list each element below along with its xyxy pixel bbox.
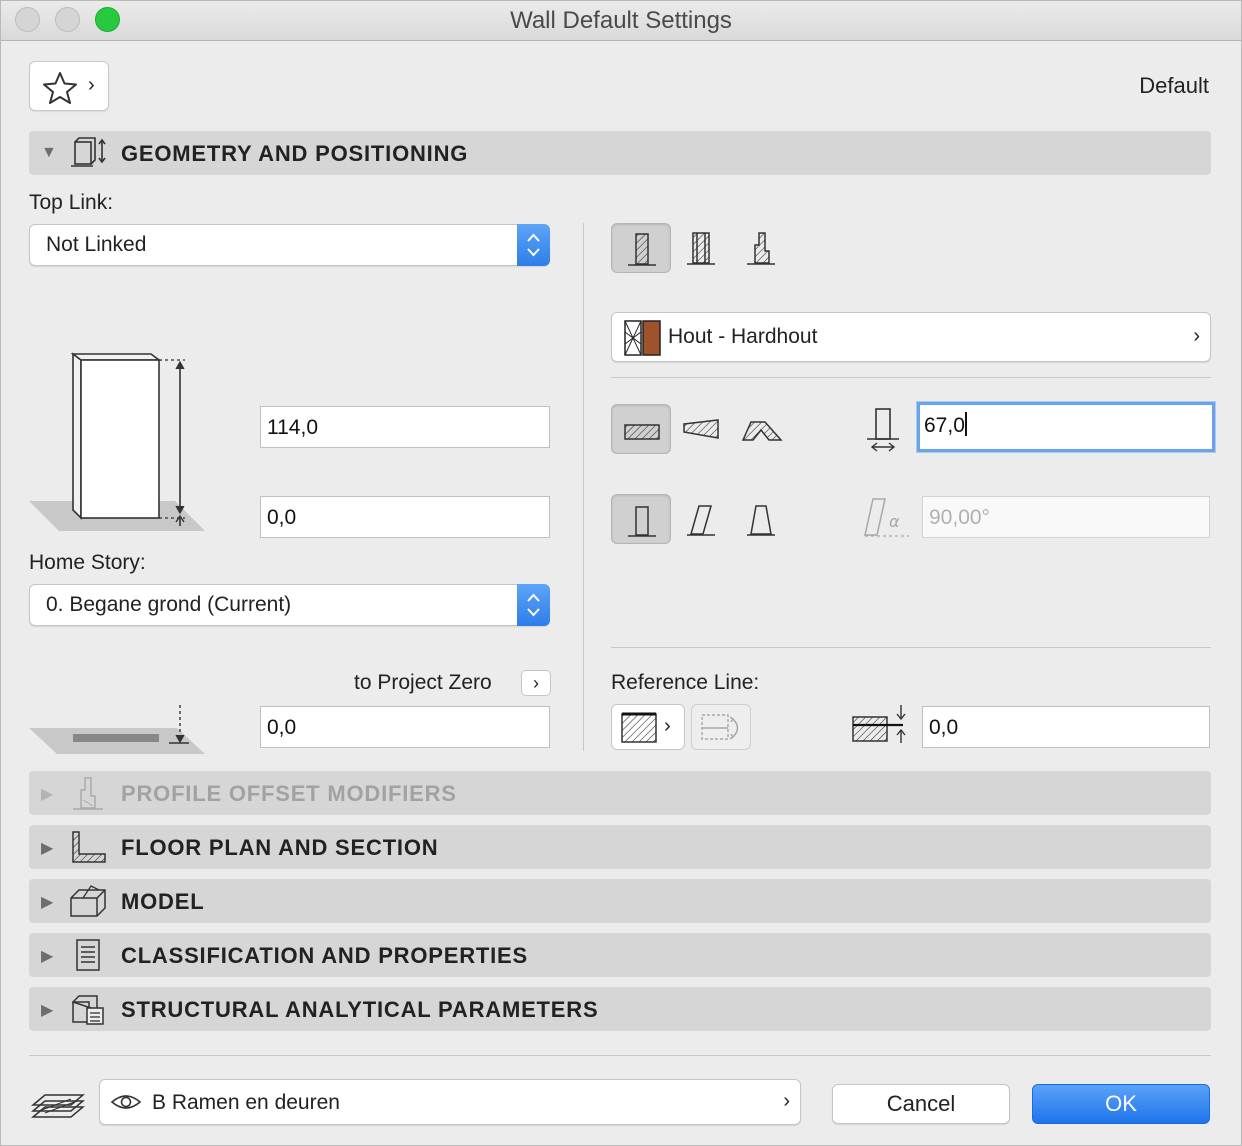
chevron-right-icon: › — [533, 673, 539, 693]
polygon-wall-plan-icon — [741, 421, 783, 441]
section-label: CLASSIFICATION AND PROPERTIES — [121, 943, 528, 968]
wall-slant-inclined-option[interactable] — [671, 494, 731, 544]
footer-divider — [29, 1055, 1211, 1056]
wall-height-diagram-icon — [29, 352, 205, 531]
section-profile-offset-modifiers: ▶ PROFILE OFFSET MODIFIERS — [29, 771, 1211, 815]
bottom-offset-input[interactable]: 0,0 — [260, 496, 550, 538]
title-bar: Wall Default Settings — [1, 1, 1241, 41]
text-cursor — [964, 412, 967, 436]
chevron-right-icon: › — [664, 715, 671, 737]
section-floor-plan-and-section[interactable]: ▶ FLOOR PLAN AND SECTION — [29, 825, 1211, 869]
divider — [611, 647, 1211, 648]
project-zero-offset-input[interactable]: 0,0 — [260, 706, 550, 748]
slant-angle-icon: α — [864, 498, 909, 537]
window-title: Wall Default Settings — [510, 7, 732, 34]
slant-angle-input: 90,00° — [922, 496, 1210, 538]
composite-wall-icon — [687, 232, 715, 265]
wall-slant-double-option[interactable] — [731, 494, 791, 544]
divider — [611, 377, 1211, 378]
popup-stepper — [517, 584, 550, 626]
disclosure-triangle-closed-icon: ▶ — [41, 1002, 54, 1019]
section-geometry-and-positioning[interactable]: ▼ GEOMETRY AND POSITIONING — [29, 131, 1211, 175]
top-link-label: Top Link: — [29, 191, 114, 214]
section-label: FLOOR PLAN AND SECTION — [121, 835, 439, 860]
wall-profile-structure-option[interactable] — [731, 223, 791, 273]
floor-plan-icon — [72, 831, 106, 863]
chevron-right-icon: › — [783, 1090, 790, 1112]
wall-default-settings-dialog: Wall Default Settings › Default ▼ GEOMET… — [0, 0, 1242, 1146]
flip-icon — [701, 714, 739, 740]
chevron-right-icon: › — [88, 74, 95, 96]
wall-height-input[interactable]: 114,0 — [260, 406, 550, 448]
straight-wall-icon — [628, 233, 656, 266]
disclosure-triangle-closed-icon: ▶ — [41, 786, 54, 803]
reference-line-icon — [621, 712, 657, 743]
wall-composite-structure-option[interactable] — [671, 223, 731, 273]
material-value: Hout - Hardhout — [668, 325, 818, 348]
disclosure-triangle-closed-icon: ▶ — [41, 948, 54, 965]
reference-line-location-select[interactable]: › — [611, 704, 685, 750]
reference-line-label: Reference Line: — [611, 671, 760, 694]
project-zero-menu-button[interactable]: › — [521, 670, 551, 696]
eye-icon — [110, 1095, 142, 1109]
top-link-select[interactable]: Not Linked — [29, 224, 550, 266]
svg-text:α: α — [889, 512, 900, 531]
straight-wall-plan-icon — [624, 424, 660, 440]
home-story-value: 0. Begane grond (Current) — [46, 593, 292, 616]
reference-line-offset-icon — [852, 705, 906, 743]
disclosure-triangle-open-icon: ▼ — [41, 144, 57, 161]
model-box-icon — [70, 885, 106, 917]
wall-thickness-value: 67,0 — [924, 414, 965, 437]
column-divider — [583, 223, 584, 751]
section-structural-analytical-parameters[interactable]: ▶ STRUCTURAL ANALYTICAL PARAMETERS — [29, 987, 1211, 1031]
layer-select[interactable]: B Ramen en deuren › — [99, 1079, 801, 1125]
cancel-button[interactable]: Cancel — [832, 1084, 1010, 1124]
wall-geometry-trapezoid-option[interactable] — [671, 404, 731, 454]
favorites-button[interactable]: › — [29, 61, 109, 111]
profile-offset-icon — [73, 777, 103, 810]
home-story-label: Home Story: — [29, 551, 146, 574]
reference-line-offset-input[interactable]: 0,0 — [922, 706, 1210, 748]
disclosure-triangle-closed-icon: ▶ — [41, 840, 54, 857]
popup-stepper — [517, 224, 550, 266]
profile-wall-icon — [747, 232, 775, 265]
wall-geometry-straight-option[interactable] — [611, 404, 671, 454]
wall-geometry-polygon-option[interactable] — [731, 404, 791, 454]
building-material-select[interactable]: Hout - Hardhout › — [611, 312, 1211, 362]
wall-straight-structure-option[interactable] — [611, 223, 671, 273]
trapezoid-wall-plan-icon — [683, 419, 719, 439]
section-model[interactable]: ▶ MODEL — [29, 879, 1211, 923]
up-down-chevron-icon — [527, 233, 540, 257]
project-zero-elevation-icon — [29, 705, 205, 754]
wall-slant-vertical-option[interactable] — [611, 494, 671, 544]
default-label: Default — [1139, 73, 1209, 98]
layer-value: B Ramen en deuren — [152, 1091, 340, 1114]
star-icon — [43, 72, 77, 104]
section-label: STRUCTURAL ANALYTICAL PARAMETERS — [121, 997, 599, 1022]
chevron-right-icon: › — [1193, 325, 1200, 347]
vertical-wall-section-icon — [628, 506, 656, 537]
section-label: GEOMETRY AND POSITIONING — [121, 141, 469, 166]
document-list-icon — [76, 939, 100, 971]
flip-reference-line-button[interactable] — [691, 704, 751, 750]
material-swatch-icon — [624, 320, 661, 356]
up-down-chevron-icon — [527, 593, 540, 617]
structural-analysis-icon — [71, 995, 104, 1025]
double-slanted-wall-section-icon — [747, 505, 775, 536]
section-label: MODEL — [121, 889, 205, 914]
layers-icon — [31, 1094, 85, 1118]
section-label: PROFILE OFFSET MODIFIERS — [121, 781, 457, 806]
disclosure-triangle-closed-icon: ▶ — [41, 894, 54, 911]
wall-thickness-input[interactable]: 67,0 — [917, 402, 1215, 452]
to-project-zero-label: to Project Zero — [354, 671, 492, 694]
home-story-select[interactable]: 0. Begane grond (Current) — [29, 584, 550, 626]
slanted-wall-section-icon — [687, 505, 715, 536]
ok-button[interactable]: OK — [1032, 1084, 1210, 1124]
wall-geometry-icon — [71, 137, 106, 167]
wall-thickness-icon — [867, 408, 899, 452]
top-link-value: Not Linked — [46, 233, 147, 256]
section-classification-and-properties[interactable]: ▶ CLASSIFICATION AND PROPERTIES — [29, 933, 1211, 977]
